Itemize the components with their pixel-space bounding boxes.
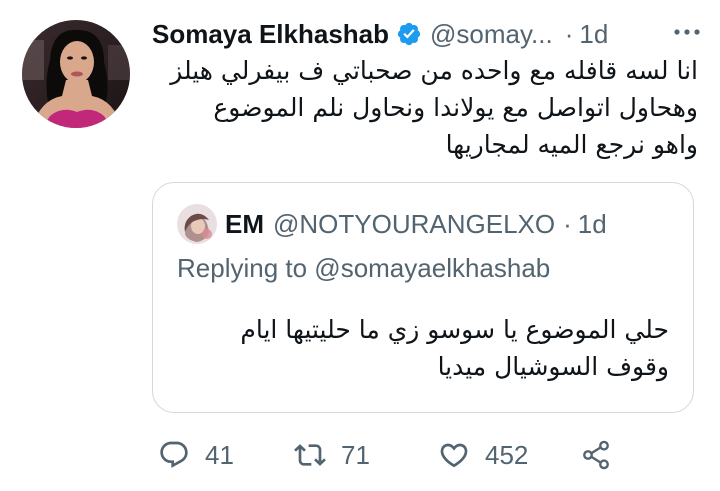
replying-to-label: Replying to @somayaelkhashab bbox=[177, 253, 551, 283]
reply-icon bbox=[160, 441, 188, 468]
share-button[interactable] bbox=[580, 435, 612, 475]
quoted-author-avatar-image bbox=[177, 204, 217, 244]
reply-button[interactable]: 41 bbox=[158, 435, 234, 475]
quoted-author-handle[interactable]: @NOTYOURANGELXO bbox=[273, 209, 555, 240]
reply-count: 41 bbox=[205, 439, 234, 470]
more-icon[interactable] bbox=[672, 22, 702, 42]
author-handle[interactable]: @somay... bbox=[430, 19, 553, 50]
separator-dot: · bbox=[564, 18, 574, 49]
tweet-text: انا لسه قافله مع واحده من صحباتي ف بيفرل… bbox=[150, 52, 698, 163]
quoted-tweet[interactable]: EM @NOTYOURANGELXO · 1d Replying to @som… bbox=[152, 182, 694, 413]
tweet-header: Somaya Elkhashab @somay... · 1d bbox=[152, 14, 608, 54]
quoted-author-name[interactable]: EM bbox=[225, 209, 264, 240]
like-count: 452 bbox=[485, 439, 529, 470]
quoted-tweet-text: حلي الموضوع يا سوسو زي ما حليتيها ايام و… bbox=[169, 311, 669, 385]
heart-icon bbox=[440, 443, 468, 468]
quoted-separator-dot: · bbox=[563, 208, 572, 239]
tweet-text-line: واهو نرجع الميه لمجاريها bbox=[445, 130, 698, 159]
author-name[interactable]: Somaya Elkhashab bbox=[152, 19, 389, 50]
retweet-count: 71 bbox=[341, 439, 370, 470]
like-button[interactable]: 452 bbox=[438, 435, 528, 475]
tweet-action-bar: 41 71 452 bbox=[158, 435, 618, 475]
quoted-text-line: وقوف السوشيال ميديا bbox=[437, 352, 669, 381]
author-avatar[interactable] bbox=[22, 20, 130, 128]
author-avatar-image bbox=[22, 20, 130, 128]
quoted-author-avatar bbox=[177, 204, 217, 244]
quoted-tweet-header: EM @NOTYOURANGELXO · 1d bbox=[225, 205, 607, 243]
verified-badge-icon bbox=[397, 22, 421, 46]
retweet-button[interactable]: 71 bbox=[294, 435, 370, 475]
share-icon bbox=[583, 440, 609, 470]
quoted-text-line: حلي الموضوع يا سوسو زي ما حليتيها ايام bbox=[240, 315, 669, 344]
tweet-time[interactable]: 1d bbox=[579, 19, 608, 50]
tweet-text-line: وهحاول اتواصل مع يولاندا ونحاول نلم المو… bbox=[213, 93, 698, 122]
retweet-icon bbox=[294, 444, 326, 466]
quoted-tweet-time[interactable]: 1d bbox=[578, 209, 607, 240]
tweet-text-line: انا لسه قافله مع واحده من صحباتي ف بيفرل… bbox=[170, 56, 698, 85]
